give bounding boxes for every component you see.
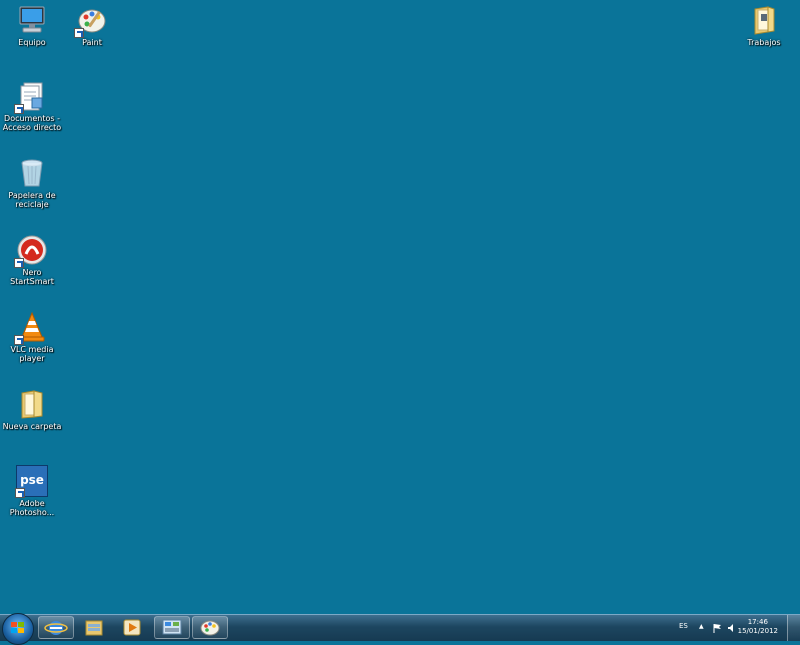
computer-icon [16,4,48,36]
taskbar-paint[interactable] [192,616,228,639]
desktop-icon-paint[interactable]: Paint [60,4,124,47]
desktop-icon-label: Adobe Photosho... [9,499,55,517]
desktop-icon-adobe-photoshop[interactable]: pse Adobe Photosho... [0,465,64,517]
control-panel-icon [162,619,182,635]
folder-icon [85,620,103,636]
shortcut-arrow-icon [14,104,24,114]
clock-time: 17:46 [747,618,768,626]
documents-icon [14,80,48,114]
taskbar-internet-explorer[interactable] [38,616,74,639]
desktop-icon-label: Paint [82,38,102,47]
nero-icon [14,234,48,268]
windows-logo-icon [11,622,25,634]
desktop-icon-label: VLC media player [10,345,54,363]
shortcut-arrow-icon [14,335,24,345]
folder-icon [16,388,48,420]
internet-explorer-icon [44,621,68,635]
desktop[interactable]: Equipo Paint Trabajos Documentos - Acces… [0,0,800,614]
desktop-icon-label: Nero StartSmart [10,268,54,286]
media-player-icon [123,619,141,636]
paint-icon [200,620,220,636]
desktop-icon-documentos[interactable]: Documentos - Acceso directo [0,80,64,132]
desktop-icon-label: Nueva carpeta [2,422,62,431]
shortcut-arrow-icon [74,28,84,38]
taskbar: ES ▲ 17:46 15/01/2012 [0,613,800,645]
desktop-icon-label: Documentos - Acceso directo [2,114,62,132]
shortcut-arrow-icon [14,258,24,268]
desktop-icon-vlc[interactable]: VLC media player [0,311,64,363]
action-center-flag-icon[interactable] [712,623,722,633]
system-clock[interactable]: 17:46 15/01/2012 [738,618,778,636]
desktop-icon-label: Papelera de reciclaje [8,191,56,209]
desktop-icon-nero-startsmart[interactable]: Nero StartSmart [0,234,64,286]
volume-icon[interactable] [727,623,737,633]
desktop-icon-papelera[interactable]: Papelera de reciclaje [0,157,64,209]
start-button[interactable] [2,613,34,645]
vlc-icon [14,311,48,345]
desktop-icon-nueva-carpeta[interactable]: Nueva carpeta [0,388,64,431]
desktop-icon-label: Equipo [18,38,46,47]
show-desktop-button[interactable] [787,615,800,641]
language-indicator[interactable]: ES [679,622,688,630]
desktop-icon-equipo[interactable]: Equipo [0,4,64,47]
desktop-icon-label: Trabajos [747,38,781,47]
taskbar-control-panel[interactable] [154,616,190,639]
taskbar-windows-explorer[interactable] [76,616,112,639]
shortcut-arrow-icon [15,488,25,498]
clock-date: 15/01/2012 [737,627,778,635]
folder-icon [748,4,780,36]
photoshop-elements-icon: pse [15,465,48,498]
show-hidden-icons-arrow-icon[interactable]: ▲ [699,623,704,630]
recycle-bin-icon [16,157,48,189]
desktop-icon-trabajos[interactable]: Trabajos [732,4,796,47]
paint-icon [74,4,108,38]
taskbar-media-player[interactable] [114,616,150,639]
